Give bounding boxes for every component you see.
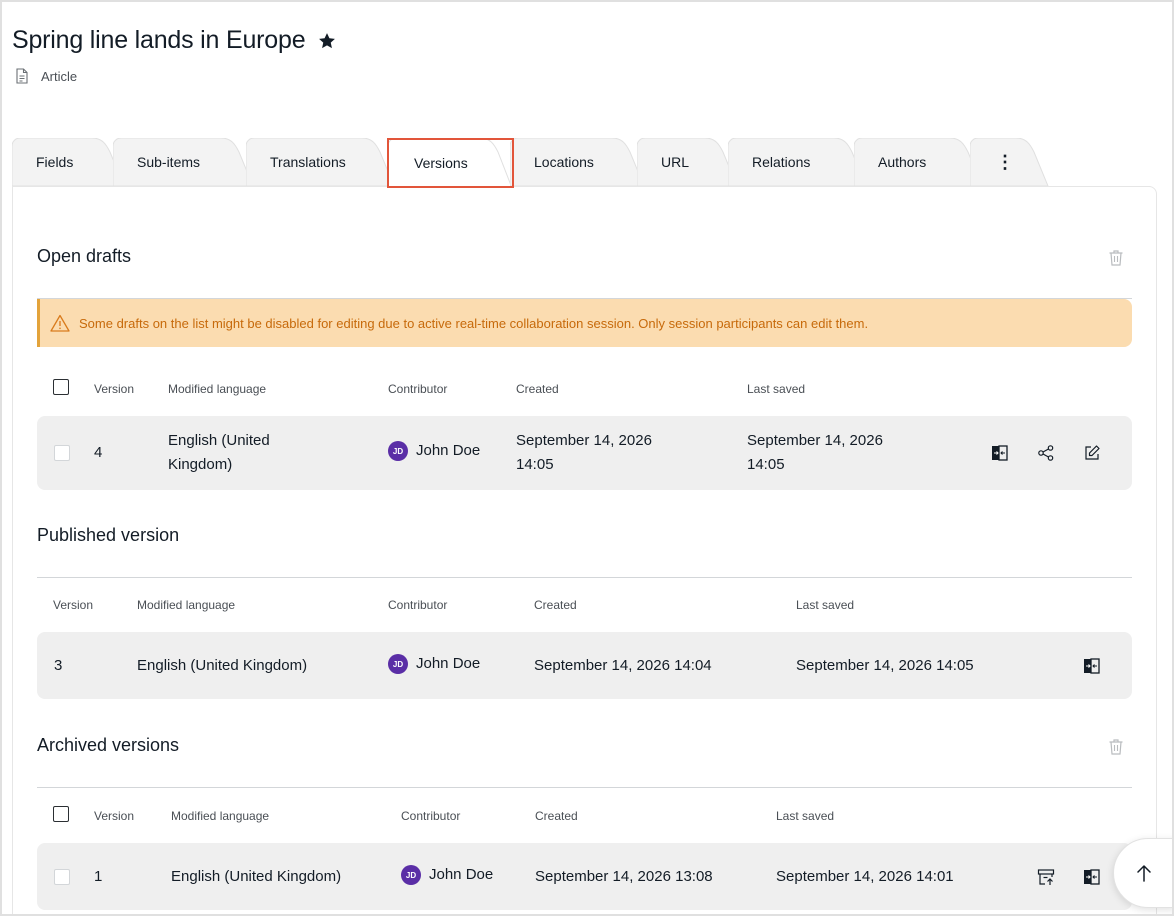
contributor-name: John Doe bbox=[429, 866, 494, 883]
page-title: Spring line lands in Europe bbox=[12, 26, 306, 54]
compare-icon bbox=[1084, 869, 1100, 885]
tab-label: URL bbox=[661, 154, 690, 170]
tab-locations[interactable]: Locations bbox=[510, 138, 658, 186]
star-icon[interactable] bbox=[317, 31, 337, 51]
trash-icon[interactable] bbox=[1108, 249, 1124, 267]
share-button[interactable] bbox=[1036, 443, 1056, 463]
column-contributor: Contributor bbox=[388, 382, 448, 396]
contributor-name: John Doe bbox=[416, 655, 481, 672]
document-icon bbox=[16, 68, 28, 84]
tab-label: Locations bbox=[534, 154, 594, 170]
tab-label: Authors bbox=[878, 154, 927, 170]
scroll-to-top-button[interactable] bbox=[1113, 838, 1172, 908]
column-version: Version bbox=[94, 809, 135, 823]
compare-button[interactable] bbox=[990, 443, 1010, 463]
tab-label: Sub-items bbox=[137, 154, 201, 170]
column-modified-language: Modified language bbox=[171, 809, 270, 823]
trash-icon[interactable] bbox=[1108, 738, 1124, 756]
versions-panel bbox=[12, 186, 1157, 914]
column-modified-language: Modified language bbox=[168, 382, 267, 396]
tab-label: Relations bbox=[752, 154, 811, 170]
avatar: JD bbox=[401, 865, 421, 885]
content-type-label: Article bbox=[41, 68, 78, 84]
column-contributor: Contributor bbox=[401, 809, 461, 823]
column-last-saved: Last saved bbox=[796, 598, 855, 612]
page-header: Spring line lands in Europe bbox=[12, 26, 337, 55]
arrow-up-icon bbox=[1137, 865, 1151, 882]
tab-label: Fields bbox=[36, 154, 74, 170]
compare-icon bbox=[992, 445, 1008, 461]
column-last-saved: Last saved bbox=[776, 809, 835, 823]
divider bbox=[37, 787, 1132, 788]
edit-icon bbox=[1085, 445, 1100, 460]
content-type: Article bbox=[15, 68, 77, 84]
archived-versions-title: Archived versions bbox=[37, 735, 180, 755]
last-saved-date: September 14, 2026 14:05 bbox=[796, 657, 974, 674]
last-saved-date: September 14, 2026 14:05 bbox=[747, 432, 883, 473]
edit-button[interactable] bbox=[1082, 443, 1102, 463]
tab-translations[interactable]: Translations bbox=[246, 138, 406, 186]
published-version-title: Published version bbox=[37, 525, 180, 545]
open-drafts-title: Open drafts bbox=[37, 246, 132, 266]
column-version: Version bbox=[53, 598, 94, 612]
row-checkbox[interactable] bbox=[54, 445, 70, 461]
column-version: Version bbox=[94, 382, 135, 396]
created-date: September 14, 2026 13:08 bbox=[535, 868, 713, 885]
column-modified-language: Modified language bbox=[137, 598, 236, 612]
table-row: 1 English (United Kingdom) JD John Doe S… bbox=[37, 843, 1132, 910]
table-row: 4 English (United Kingdom) JD John Doe S… bbox=[37, 416, 1132, 490]
version-number: 4 bbox=[94, 444, 103, 461]
column-created: Created bbox=[535, 809, 578, 823]
version-number: 3 bbox=[54, 657, 63, 674]
share-icon bbox=[1038, 445, 1054, 461]
alert-text: Some drafts on the list might be disable… bbox=[79, 315, 869, 331]
avatar: JD bbox=[388, 441, 408, 461]
modified-language: English (United Kingdom) bbox=[168, 432, 270, 473]
restore-archive-icon bbox=[1037, 869, 1055, 885]
column-created: Created bbox=[516, 382, 559, 396]
tab-more[interactable]: ⋮ bbox=[970, 138, 1058, 186]
last-saved-date: September 14, 2026 14:01 bbox=[776, 868, 954, 885]
contributor-name: John Doe bbox=[416, 442, 481, 459]
tab-label: Translations bbox=[270, 154, 346, 170]
collaboration-alert: Some drafts on the list might be disable… bbox=[37, 299, 1132, 347]
modified-language: English (United Kingdom) bbox=[171, 868, 342, 885]
tab-sub-items[interactable]: Sub-items bbox=[113, 138, 263, 186]
modified-language: English (United Kingdom) bbox=[137, 657, 308, 674]
select-all-checkbox[interactable] bbox=[53, 379, 69, 395]
table-row: 3 English (United Kingdom) JD John Doe S… bbox=[37, 632, 1132, 699]
window-frame: Spring line lands in Europe Article Fiel… bbox=[0, 0, 1174, 916]
created-date: September 14, 2026 14:04 bbox=[534, 657, 712, 674]
restore-button[interactable] bbox=[1036, 867, 1056, 887]
warning-icon bbox=[50, 314, 70, 332]
tab-bar: Fields Sub-items Translations Versions L… bbox=[12, 138, 1172, 188]
column-last-saved: Last saved bbox=[747, 382, 806, 396]
avatar: JD bbox=[388, 654, 408, 674]
column-contributor: Contributor bbox=[388, 598, 448, 612]
created-date: September 14, 2026 14:05 bbox=[516, 432, 652, 473]
version-number: 1 bbox=[94, 868, 103, 885]
divider bbox=[37, 577, 1132, 578]
tab-label: Versions bbox=[414, 155, 468, 171]
tab-versions[interactable]: Versions bbox=[388, 138, 512, 188]
compare-icon bbox=[1084, 658, 1100, 674]
compare-button[interactable] bbox=[1082, 867, 1102, 887]
more-options-icon: ⋮ bbox=[996, 151, 1014, 172]
compare-button[interactable] bbox=[1082, 656, 1102, 676]
row-checkbox[interactable] bbox=[54, 869, 70, 885]
column-created: Created bbox=[534, 598, 577, 612]
select-all-checkbox[interactable] bbox=[53, 806, 69, 822]
